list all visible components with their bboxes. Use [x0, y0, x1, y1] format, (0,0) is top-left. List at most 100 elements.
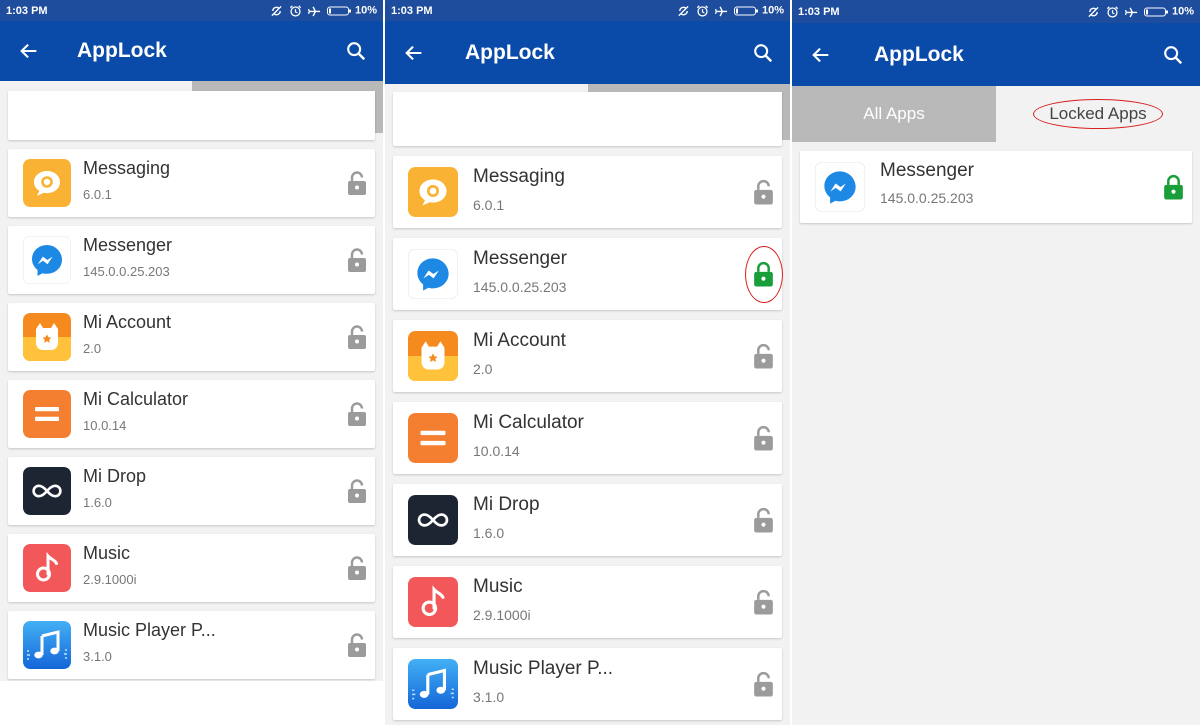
- lock-open-icon[interactable]: [347, 170, 367, 196]
- app-bar: AppLock: [0, 21, 383, 81]
- music-icon: [23, 544, 71, 592]
- status-icons: 10%: [270, 4, 377, 17]
- app-name: Mi Drop: [473, 493, 540, 515]
- mi-account-icon: [23, 313, 71, 361]
- page-title: AppLock: [874, 42, 964, 66]
- app-version: 145.0.0.25.203: [880, 189, 974, 206]
- list-item-partial: [8, 91, 375, 140]
- app-version: 3.1.0: [83, 649, 112, 665]
- music-player-icon: [23, 621, 71, 669]
- app-list: Messaging 6.0.1 Messenger 145.0.0.25.203…: [393, 92, 783, 725]
- lock-closed-icon[interactable]: [1163, 174, 1184, 201]
- tab-all-apps[interactable]: All Apps: [792, 86, 996, 142]
- back-arrow-icon[interactable]: [810, 44, 832, 66]
- airplane-mode-icon: [1124, 7, 1138, 17]
- mi-drop-icon: [23, 467, 71, 515]
- lock-open-icon[interactable]: [347, 247, 367, 273]
- app-name: Messaging: [83, 158, 171, 179]
- list-item[interactable]: Music 2.9.1000i: [8, 534, 375, 602]
- lock-open-icon[interactable]: [753, 507, 774, 534]
- list-item[interactable]: Music 2.9.1000i: [393, 566, 782, 638]
- search-icon[interactable]: [345, 40, 367, 62]
- app-version: 2.9.1000i: [473, 606, 531, 623]
- status-icons: 10%: [677, 4, 784, 17]
- app-version: 145.0.0.25.203: [83, 264, 170, 280]
- app-name: Music Player P...: [83, 620, 216, 641]
- status-bar: 1:03 PM 10%: [0, 0, 383, 21]
- status-bar: 1:03 PM 10%: [385, 0, 790, 21]
- list-item[interactable]: Mi Drop 1.6.0: [393, 484, 782, 556]
- app-version: 6.0.1: [83, 187, 112, 203]
- tab-locked-apps[interactable]: Locked Apps: [996, 86, 1200, 142]
- tab-all-apps-label: All Apps: [863, 104, 925, 123]
- tab-locked-apps-label: Locked Apps: [1049, 104, 1147, 123]
- page-title: AppLock: [465, 40, 555, 64]
- lock-open-icon[interactable]: [753, 671, 774, 698]
- app-list: Messaging 6.0.1 Messenger 145.0.0.25.203…: [8, 91, 375, 681]
- app-name: Mi Account: [83, 312, 172, 333]
- lock-open-icon[interactable]: [753, 425, 774, 452]
- messaging-icon: [23, 159, 71, 207]
- app-name: Messenger: [83, 235, 173, 256]
- lock-open-icon[interactable]: [347, 555, 367, 581]
- app-name: Mi Calculator: [83, 389, 189, 410]
- sync-off-icon: [1088, 6, 1099, 17]
- sync-off-icon: [678, 5, 689, 16]
- list-item[interactable]: Mi Calculator 10.0.14: [393, 402, 782, 474]
- alarm-icon: [696, 4, 709, 17]
- app-version: 6.0.1: [473, 196, 505, 213]
- app-list: Messenger 145.0.0.25.203: [800, 142, 1192, 725]
- screen-3: 1:03 PM 10% AppLock All Apps Locked Apps…: [792, 0, 1200, 725]
- app-name: Messaging: [473, 165, 565, 187]
- app-name: Music Player P...: [473, 657, 614, 679]
- search-icon[interactable]: [752, 42, 774, 64]
- list-item[interactable]: Music Player P... 3.1.0: [393, 648, 782, 720]
- lock-open-icon[interactable]: [347, 324, 367, 350]
- back-arrow-icon[interactable]: [18, 40, 40, 62]
- app-version: 2.9.1000i: [83, 572, 137, 588]
- calculator-icon: [23, 390, 71, 438]
- messenger-icon: [815, 162, 865, 212]
- app-name: Messenger: [473, 247, 567, 269]
- messenger-icon: [408, 249, 458, 299]
- alarm-icon: [289, 4, 302, 17]
- music-icon: [408, 577, 458, 627]
- status-time: 1:03 PM: [391, 4, 433, 17]
- messaging-icon: [408, 167, 458, 217]
- lock-open-icon[interactable]: [753, 179, 774, 206]
- app-name: Music: [473, 575, 523, 597]
- tab-bar: All Apps Locked Apps: [792, 86, 1200, 142]
- messenger-icon: [23, 236, 71, 284]
- back-arrow-icon[interactable]: [403, 42, 425, 64]
- list-item[interactable]: Messaging 6.0.1: [393, 156, 782, 228]
- search-icon[interactable]: [1162, 44, 1184, 66]
- mi-account-icon: [408, 331, 458, 381]
- calculator-icon: [408, 413, 458, 463]
- lock-open-icon[interactable]: [347, 478, 367, 504]
- list-item[interactable]: Messaging 6.0.1: [8, 149, 375, 217]
- list-item[interactable]: Mi Calculator 10.0.14: [8, 380, 375, 448]
- app-version: 1.6.0: [83, 495, 112, 511]
- status-bar: 1:03 PM 10%: [792, 0, 1200, 23]
- lock-closed-icon[interactable]: [744, 245, 783, 303]
- list-item-partial: [393, 92, 782, 146]
- status-time: 1:03 PM: [798, 5, 840, 18]
- battery-icon: [733, 6, 758, 15]
- lock-open-icon[interactable]: [753, 343, 774, 370]
- mi-drop-icon: [408, 495, 458, 545]
- list-item[interactable]: Mi Account 2.0: [393, 320, 782, 392]
- app-name: Music: [83, 543, 131, 564]
- lock-open-icon[interactable]: [347, 632, 367, 658]
- lock-open-icon[interactable]: [347, 401, 367, 427]
- list-item[interactable]: Mi Account 2.0: [8, 303, 375, 371]
- list-item[interactable]: Music Player P... 3.1.0: [8, 611, 375, 679]
- list-item[interactable]: Messenger 145.0.0.25.203: [8, 226, 375, 294]
- list-item[interactable]: Messenger 145.0.0.25.203: [800, 151, 1192, 223]
- list-item[interactable]: Messenger 145.0.0.25.203: [393, 238, 783, 310]
- app-name: Mi Calculator: [473, 411, 584, 433]
- battery-icon: [326, 6, 351, 15]
- lock-open-icon[interactable]: [753, 589, 774, 616]
- battery-level: 10%: [1171, 5, 1194, 18]
- list-item[interactable]: Mi Drop 1.6.0: [8, 457, 375, 525]
- app-name: Messenger: [880, 159, 974, 181]
